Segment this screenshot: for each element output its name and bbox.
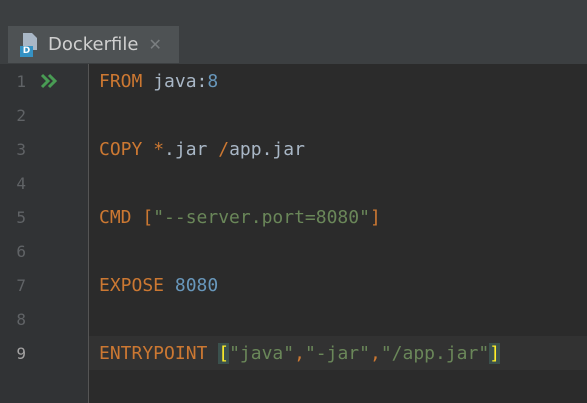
line-number: 2 — [16, 105, 26, 125]
line-code[interactable]: FROM java: 8 — [89, 64, 587, 98]
code-editor[interactable]: 1 FROM java: 8 2 3 COPY * .jar / app.jar 4 5 CMD [… — [0, 64, 587, 403]
line-number: 9 — [16, 343, 26, 363]
code-line[interactable]: 2 — [0, 98, 587, 132]
code-token: [ — [218, 342, 230, 364]
line-gutter-cell: 9 — [0, 336, 88, 370]
code-token: ENTRYPOINT — [99, 342, 208, 364]
line-gutter-cell: 3 — [0, 132, 88, 166]
code-line[interactable]: 7 EXPOSE 8080 — [0, 268, 587, 302]
line-code[interactable] — [89, 166, 587, 200]
code-token: "-jar" — [304, 342, 370, 364]
code-line[interactable]: 4 — [0, 166, 587, 200]
line-number: 5 — [16, 207, 26, 227]
code-line[interactable]: 6 — [0, 234, 587, 268]
code-token: app.jar — [229, 138, 305, 160]
line-code[interactable]: ENTRYPOINT ["java", "-jar", "/app.jar"] — [89, 336, 587, 370]
code-token: COPY — [99, 138, 143, 160]
code-line[interactable]: 8 — [0, 302, 587, 336]
line-gutter-cell: 8 — [0, 302, 88, 336]
line-code[interactable] — [89, 302, 587, 336]
line-gutter-cell: 4 — [0, 166, 88, 200]
dockerfile-icon: D — [20, 32, 40, 57]
code-token: 8080 — [174, 274, 219, 296]
code-token: EXPOSE — [99, 274, 165, 296]
code-token: "--server.port=8080" — [153, 206, 370, 228]
line-number: 4 — [16, 173, 26, 193]
code-token: .jar — [164, 138, 219, 160]
window-top-strip — [0, 0, 587, 20]
code-token: * — [153, 138, 165, 160]
line-code[interactable]: EXPOSE 8080 — [89, 268, 587, 302]
line-gutter-cell: 6 — [0, 234, 88, 268]
code-token: ] — [489, 342, 501, 364]
code-line[interactable]: 5 CMD ["--server.port=8080"] — [0, 200, 587, 234]
code-token: "/app.jar" — [380, 342, 490, 364]
code-token: 8 — [207, 70, 219, 92]
code-token: , — [294, 342, 305, 364]
code-token: , — [369, 342, 381, 364]
line-number: 7 — [16, 275, 26, 295]
code-token: [ — [142, 206, 154, 228]
code-token: ] — [369, 206, 381, 228]
line-code[interactable] — [89, 98, 587, 132]
line-gutter-cell: 1 — [0, 64, 88, 98]
code-token: java: — [142, 70, 208, 92]
line-number: 3 — [16, 139, 26, 159]
code-token: "java" — [229, 342, 295, 364]
code-token: FROM — [99, 70, 143, 92]
code-line[interactable]: 9 ENTRYPOINT ["java", "-jar", "/app.jar"] — [0, 336, 587, 370]
line-code[interactable]: COPY * .jar / app.jar — [89, 132, 587, 166]
tab-title: Dockerfile — [48, 34, 139, 55]
code-line[interactable]: 3 COPY * .jar / app.jar — [0, 132, 587, 166]
code-token: / — [218, 138, 230, 160]
line-number: 6 — [16, 241, 26, 261]
line-gutter-cell: 5 — [0, 200, 88, 234]
close-icon[interactable]: ✕ — [148, 36, 161, 53]
tab-dockerfile[interactable]: D Dockerfile ✕ — [8, 26, 179, 63]
code-token: CMD — [99, 206, 132, 228]
code-line[interactable]: 1 FROM java: 8 — [0, 64, 587, 98]
line-code[interactable] — [89, 234, 587, 268]
line-number: 1 — [16, 71, 26, 91]
run-gutter-icon[interactable] — [40, 73, 60, 89]
editor-tab-bar: D Dockerfile ✕ — [0, 20, 587, 65]
line-gutter-cell: 7 — [0, 268, 88, 302]
line-code[interactable]: CMD ["--server.port=8080"] — [89, 200, 587, 234]
line-gutter-cell: 2 — [0, 98, 88, 132]
file-type-badge: D — [20, 45, 33, 57]
line-number: 8 — [16, 309, 26, 329]
